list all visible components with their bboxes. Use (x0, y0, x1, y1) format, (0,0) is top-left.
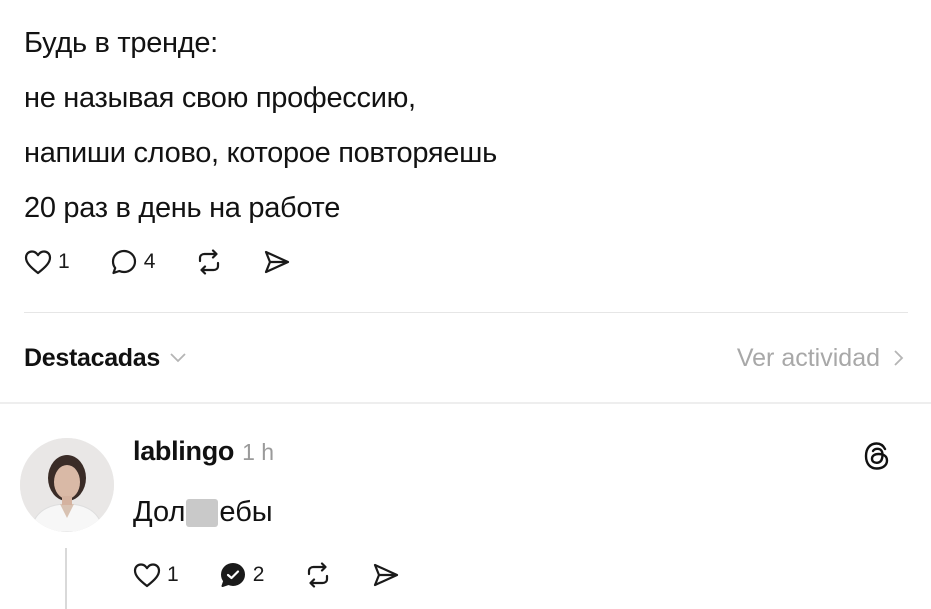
reply-repost-button[interactable] (304, 562, 332, 588)
threads-logo-icon[interactable] (862, 440, 892, 472)
repost-button[interactable] (195, 249, 223, 275)
featured-bar: Destacadas Ver actividad (24, 338, 904, 378)
repost-icon (199, 249, 220, 275)
heart-icon (24, 250, 52, 275)
avatar[interactable] (20, 438, 114, 532)
post: Будь в тренде: не называя свою профессию… (24, 16, 904, 236)
post-actions: 1 4 (24, 248, 331, 276)
chevron-down-icon (170, 353, 186, 363)
comment-filled-icon (220, 563, 245, 587)
heart-icon (133, 563, 161, 588)
username[interactable]: lablingo (133, 436, 234, 467)
featured-dropdown[interactable]: Destacadas (24, 344, 186, 373)
send-icon (374, 563, 399, 587)
like-button[interactable]: 1 (24, 249, 70, 275)
reply-text-start: Дол (133, 496, 186, 528)
reply-header: lablingo 1 h (133, 436, 274, 467)
reply-actions: 1 2 (133, 561, 440, 589)
featured-label: Destacadas (24, 343, 160, 372)
reply-text: Дол ебы (133, 496, 273, 529)
send-icon (265, 250, 290, 274)
post-line-4: 20 раз в день на работе (24, 192, 341, 224)
view-activity-link[interactable]: Ver actividad (737, 344, 904, 373)
reply-comment-count: 2 (252, 563, 265, 586)
post-line-3: напиши слово, которое повторяешь (24, 137, 497, 169)
reply-comment-button[interactable]: 2 (219, 561, 265, 589)
divider (24, 312, 908, 313)
view-activity-label: Ver actividad (736, 343, 880, 372)
comment-button[interactable]: 4 (110, 248, 156, 276)
censor-blur (186, 498, 219, 527)
comment-count: 4 (143, 250, 156, 273)
reply-share-button[interactable] (372, 562, 400, 588)
section-divider (0, 402, 931, 404)
post-line-2: не называя свою профессию, (24, 82, 416, 114)
thread-line (65, 548, 67, 609)
comment-icon (111, 249, 136, 275)
repost-icon (308, 562, 329, 588)
share-button[interactable] (263, 249, 291, 275)
chevron-right-icon (894, 350, 904, 366)
reply-text-end: ебы (219, 496, 273, 528)
reply-like-count: 1 (167, 563, 179, 586)
timestamp: 1 h (242, 439, 275, 465)
reply-like-button[interactable]: 1 (133, 562, 179, 588)
post-line-1: Будь в тренде: (24, 27, 218, 59)
like-count: 1 (58, 250, 70, 273)
